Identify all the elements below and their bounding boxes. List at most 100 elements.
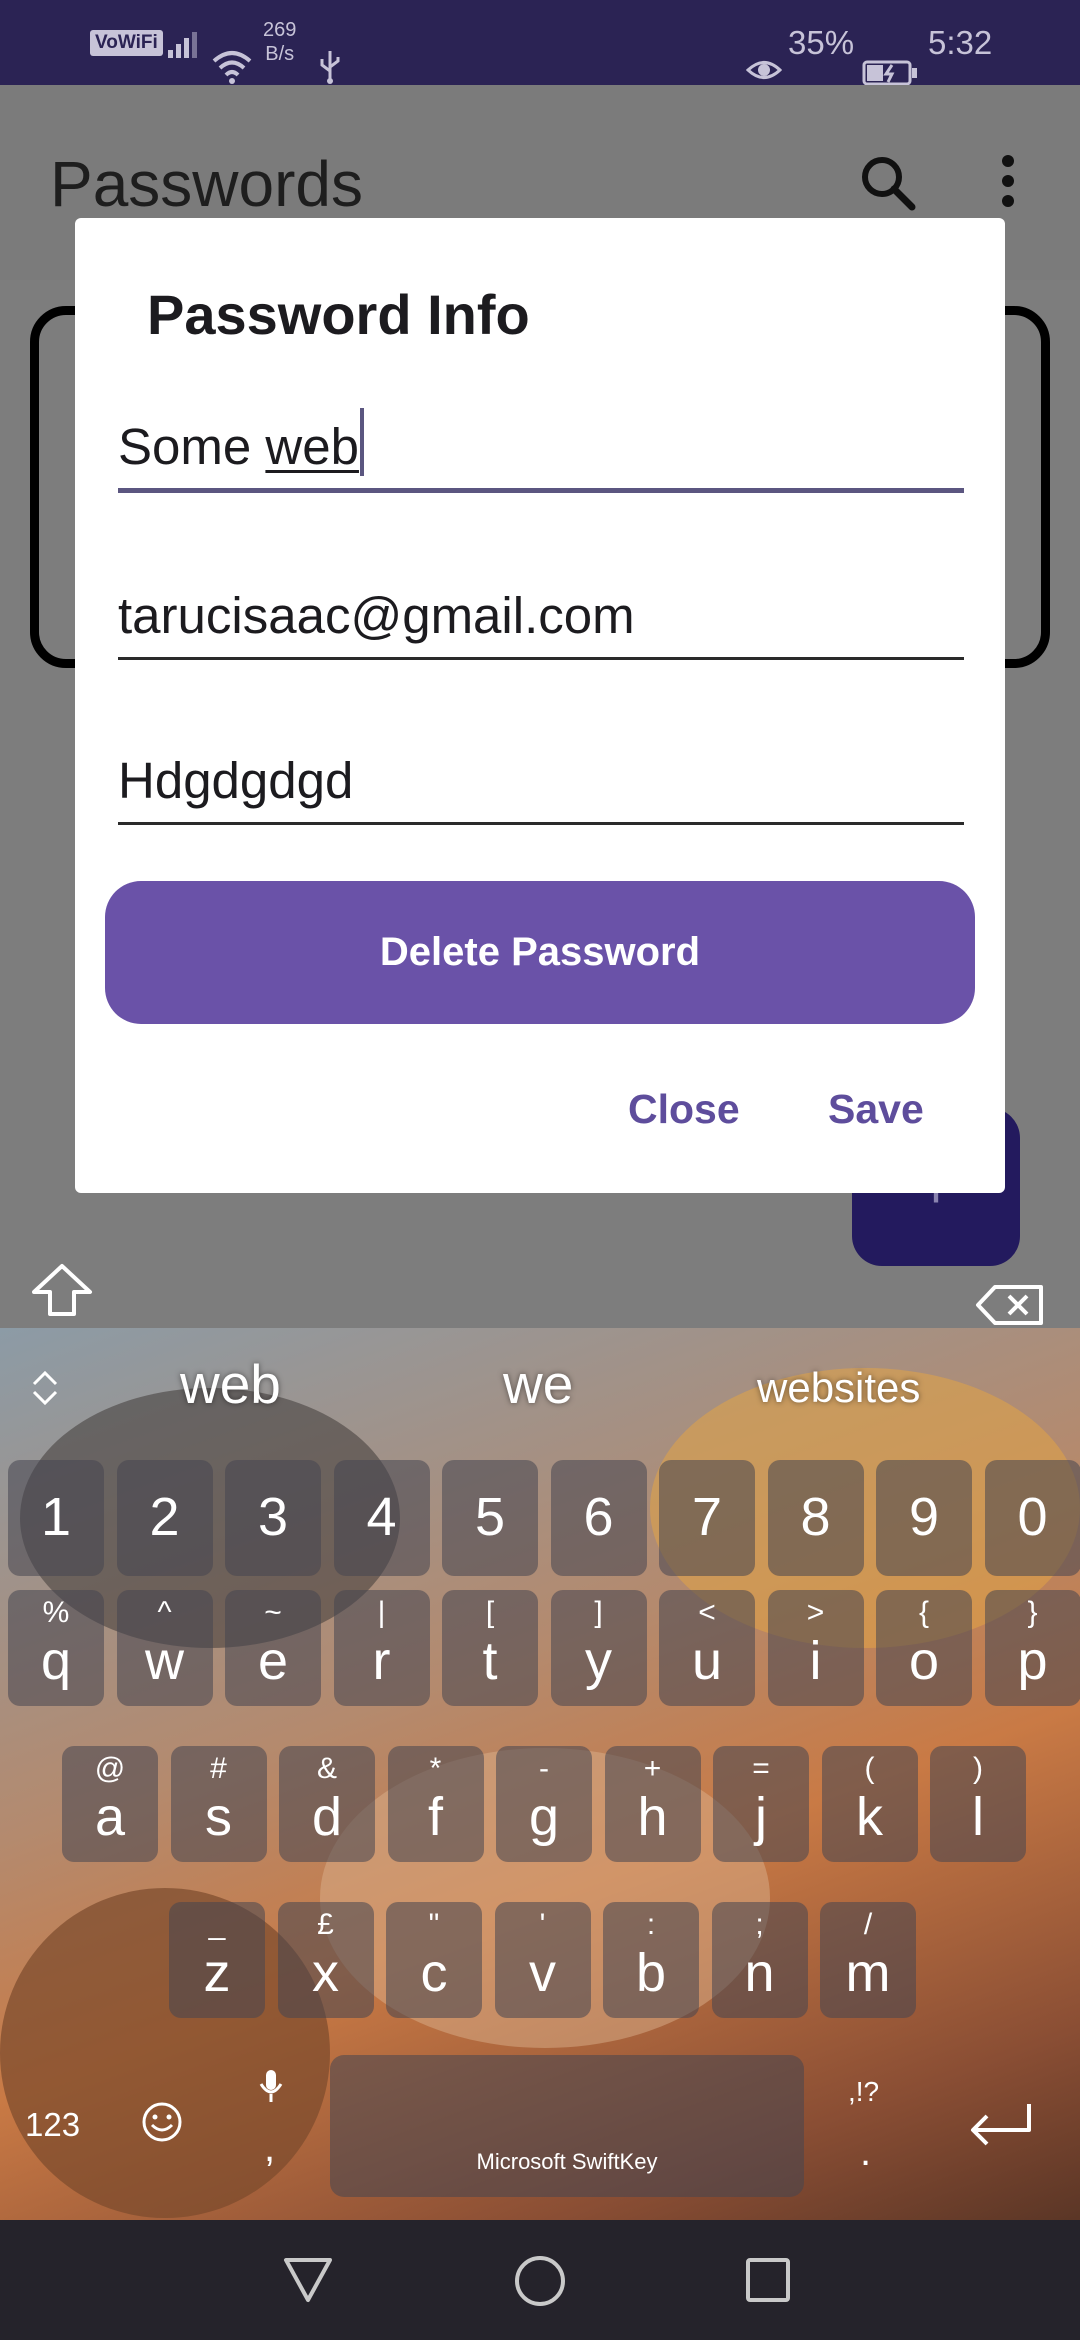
period-key[interactable]: . (860, 2130, 871, 2175)
key-label: u (691, 1631, 723, 1691)
key[interactable]: _ z (169, 1902, 265, 2018)
key-secondary-label: : (646, 1908, 656, 1941)
key-secondary-label: £ (317, 1908, 334, 1941)
enter-key[interactable] (965, 2100, 1035, 2155)
key-label: g (528, 1787, 560, 1847)
key[interactable]: {o (876, 1590, 972, 1706)
key-label: 3 (257, 1487, 289, 1547)
key-label: 2 (149, 1487, 180, 1547)
key[interactable]: 9 (876, 1460, 972, 1576)
key[interactable]: ~ e (225, 1590, 321, 1706)
key[interactable]: -g (496, 1746, 592, 1862)
numbers-key[interactable]: 123 (25, 2106, 80, 2144)
key[interactable]: ' v (494, 1902, 591, 2018)
delete-password-button[interactable]: Delete Password (105, 881, 975, 1024)
key-label: f (427, 1787, 443, 1847)
key-label: w (145, 1631, 184, 1691)
key-secondary-label: ' (539, 1908, 546, 1941)
key-secondary-label: { (918, 1596, 930, 1629)
key[interactable]: / m (820, 1902, 916, 2018)
key[interactable]: 2 (116, 1460, 213, 1576)
key-label: 8 (800, 1487, 831, 1547)
close-button[interactable]: Close (628, 1086, 740, 1133)
key-label: v (529, 1943, 556, 2003)
key-label: y (585, 1631, 612, 1691)
key[interactable]: ] y (550, 1590, 647, 1706)
network-speed-unit: B/s (265, 43, 295, 65)
key-label: o (908, 1631, 940, 1691)
key-secondary-label: ; (755, 1908, 764, 1941)
more-options-icon[interactable] (1000, 155, 1016, 212)
suggestion-3[interactable]: websites (757, 1364, 920, 1412)
key[interactable]: 6 (550, 1460, 647, 1576)
key[interactable]: % q (8, 1590, 104, 1706)
key-label: s (205, 1787, 232, 1847)
key[interactable]: } p (984, 1590, 1080, 1706)
key-label: 4 (366, 1487, 397, 1547)
key-secondary-label: _ (208, 1908, 226, 1941)
suggestion-1[interactable]: web (180, 1352, 281, 1416)
email-field[interactable]: tarucisaac@gmail.com (118, 580, 964, 660)
key[interactable]: 7 (659, 1460, 755, 1576)
key-label: m (845, 1943, 891, 2003)
key[interactable]: @ a (62, 1746, 158, 1862)
key[interactable]: :b (603, 1902, 699, 2018)
key[interactable]: & d (279, 1746, 375, 1862)
comma-key[interactable]: , (264, 2126, 275, 2171)
key-label: q (40, 1631, 72, 1691)
key[interactable]: 0 (984, 1460, 1080, 1576)
key-secondary-label: & (316, 1752, 337, 1785)
key[interactable]: ; n (711, 1902, 808, 2018)
key[interactable]: 1 (8, 1460, 104, 1576)
key[interactable]: 5 (442, 1460, 538, 1576)
key[interactable]: " c (386, 1902, 482, 2018)
key-label: 5 (474, 1487, 506, 1547)
key-label: k (856, 1787, 883, 1847)
key[interactable]: 3 (225, 1460, 321, 1576)
key[interactable]: ^ w (116, 1590, 213, 1706)
emoji-icon[interactable] (140, 2100, 184, 2149)
key[interactable]: * f (387, 1746, 484, 1862)
space-key[interactable]: Microsoft SwiftKey (330, 2055, 804, 2197)
key-label: 9 (908, 1487, 940, 1547)
recent-apps-icon[interactable] (745, 2257, 791, 2308)
microphone-icon[interactable] (258, 2068, 284, 2113)
search-icon[interactable] (858, 153, 918, 218)
key[interactable]: = j (713, 1746, 809, 1862)
punctuation-key[interactable]: ,!? (848, 2076, 879, 2108)
key-secondary-label: | (377, 1596, 386, 1629)
key[interactable]: > i (767, 1590, 864, 1706)
network-speed: 269 B/s (263, 18, 296, 66)
site-name-field[interactable]: Some web (118, 408, 964, 493)
password-field[interactable]: Hdgdgdgd (118, 745, 964, 825)
key-label: d (311, 1787, 343, 1847)
key-secondary-label: ~ (264, 1596, 282, 1629)
key[interactable]: (k (821, 1746, 918, 1862)
key-secondary-label: > (806, 1596, 825, 1629)
key[interactable]: # s (170, 1746, 267, 1862)
expand-toolbar-icon[interactable] (30, 1368, 60, 1417)
suggestion-2[interactable]: we (503, 1352, 573, 1416)
key[interactable]: 4 (333, 1460, 430, 1576)
key[interactable]: + h (604, 1746, 701, 1862)
key-secondary-label: ) (973, 1752, 983, 1785)
back-icon[interactable] (282, 2256, 334, 2309)
save-button[interactable]: Save (828, 1086, 924, 1133)
key[interactable]: | r (333, 1590, 430, 1706)
key[interactable]: ) l (930, 1746, 1026, 1862)
key-label: x (312, 1943, 339, 2003)
key-secondary-label: @ (94, 1752, 126, 1785)
key[interactable]: 8 (767, 1460, 864, 1576)
key[interactable]: [t (442, 1590, 538, 1706)
key-label: z (203, 1943, 231, 2003)
key-secondary-label: ^ (157, 1596, 172, 1629)
suggestion-bar: web we websites (0, 1328, 1080, 1448)
key-label: r (372, 1631, 391, 1691)
key[interactable]: £ x (277, 1902, 374, 2018)
backspace-key[interactable] (975, 1284, 1045, 1331)
home-icon[interactable] (513, 2254, 567, 2313)
key[interactable]: < u (659, 1590, 755, 1706)
shift-key[interactable] (30, 1262, 94, 1323)
key-secondary-label: * (429, 1752, 442, 1785)
battery-percent: 35% (788, 23, 855, 61)
